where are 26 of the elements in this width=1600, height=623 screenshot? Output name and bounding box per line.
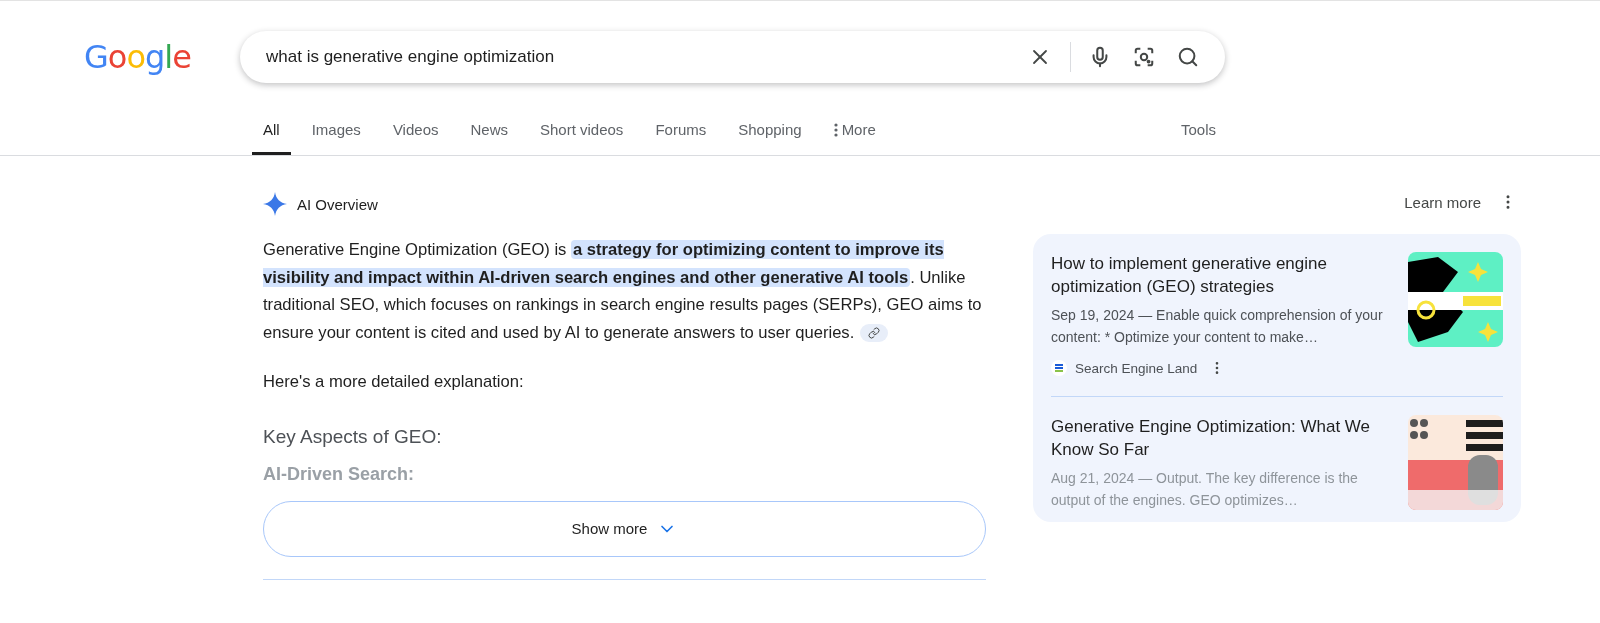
faded-subheading: AI-Driven Search: — [263, 463, 416, 485]
search-tab[interactable]: Images — [300, 109, 372, 155]
source-title[interactable]: Generative Engine Optimization: What We Know So Far — [1051, 415, 1394, 461]
learn-more-link[interactable]: Learn more — [1404, 193, 1481, 211]
more-icon — [833, 122, 838, 137]
section-heading: Key Aspects of GEO: — [263, 425, 443, 448]
search-tab[interactable]: More — [822, 109, 887, 155]
sparkle-icon — [263, 192, 287, 216]
search-tab[interactable]: Shopping — [727, 109, 813, 155]
source-snippet: Sep 19, 2024 — Enable quick comprehension of your content: * Optimize your content to make… — [1051, 306, 1384, 347]
search-tab[interactable]: Short videos — [529, 109, 635, 155]
search-tab[interactable]: All — [252, 109, 291, 155]
search-tab[interactable]: Forums — [644, 109, 718, 155]
source-snippet: Aug 21, 2024 — Output. The key difference is the output of the engines. GEO optimizes… — [1051, 469, 1359, 510]
show-more-button[interactable]: Show more — [263, 500, 986, 557]
site-favicon-icon — [1051, 360, 1067, 376]
tools-button[interactable]: Tools — [1172, 109, 1224, 155]
site-name: Search Engine Land — [1075, 360, 1198, 376]
overview-paragraph: Here's a more detailed explanation: — [263, 371, 525, 393]
source-title[interactable]: How to implement generative engine optimization (GEO) strategies — [1051, 252, 1394, 298]
search-tab[interactable]: Videos — [381, 109, 450, 155]
search-tab[interactable]: News — [459, 109, 519, 155]
search-input[interactable]: what is generative engine optimization — [264, 46, 1010, 68]
overview-paragraph: Generative Engine Optimization (GEO) is a strategy for optimizing content to improve its visibility and impact within AI-driven search engines and other generative AI tools. Unlike traditional SEO, which focuses on rankings in search engine results pages (SERPs), GEO aims to ensure your content is cited and used by AI to generate answers to user queries. — [263, 239, 983, 345]
link-icon[interactable] — [860, 324, 889, 343]
ai-overview-title: AI Overview — [297, 195, 378, 213]
